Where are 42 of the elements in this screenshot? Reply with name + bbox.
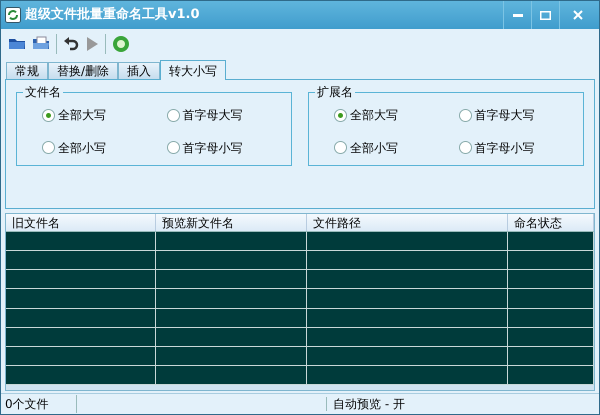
group-title: 文件名 (23, 84, 63, 100)
file-count: 0个文件 (1, 395, 77, 413)
column-header[interactable]: 文件路径 (307, 214, 508, 231)
radio-label: 首字母小写 (474, 140, 534, 156)
app-icon (5, 7, 21, 23)
radio-label: 全部大写 (58, 107, 106, 124)
maximize-icon (540, 10, 551, 20)
radio-label: 首字母小写 (182, 140, 242, 156)
horizontal-scrollbar[interactable] (6, 385, 594, 390)
column-header[interactable]: 命名状态 (508, 214, 594, 231)
radio-button[interactable] (42, 108, 55, 122)
tab[interactable]: 常规 (6, 62, 48, 79)
column-header[interactable]: 旧文件名 (6, 214, 156, 231)
radio-button[interactable] (166, 141, 180, 154)
group-title: 扩展名 (315, 84, 355, 100)
radio-button[interactable] (334, 108, 347, 122)
folder-icon (8, 36, 26, 50)
radio-label: 全部小写 (350, 140, 398, 156)
radio-label: 全部大写 (350, 107, 398, 124)
folder-icon (32, 36, 50, 50)
radio-button[interactable] (42, 141, 55, 154)
window-title: 超级文件批量重命名工具v1.0 (25, 6, 200, 24)
auto-preview-status: 自动预览 - 开 (332, 396, 405, 413)
play-icon (85, 36, 99, 52)
undo-icon (63, 36, 79, 52)
radio-button[interactable] (166, 108, 180, 122)
run-button[interactable] (85, 36, 99, 52)
radio-button[interactable] (458, 141, 472, 154)
tab[interactable]: 转大小写 (160, 60, 226, 80)
radio-button[interactable] (458, 108, 472, 122)
open-folder-button[interactable] (8, 36, 26, 52)
tab[interactable]: 替换/删除 (48, 62, 118, 79)
undo-button[interactable] (63, 36, 79, 52)
close-icon (572, 10, 582, 20)
minimize-icon (512, 14, 522, 16)
radio-label: 首字母大写 (474, 107, 534, 124)
radio-label: 首字母大写 (182, 107, 242, 124)
radio-button[interactable] (334, 141, 347, 154)
tab[interactable]: 插入 (118, 62, 160, 79)
radio-label: 全部小写 (58, 140, 106, 156)
column-header[interactable]: 预览新文件名 (156, 214, 307, 231)
open-files-button[interactable] (32, 36, 50, 52)
